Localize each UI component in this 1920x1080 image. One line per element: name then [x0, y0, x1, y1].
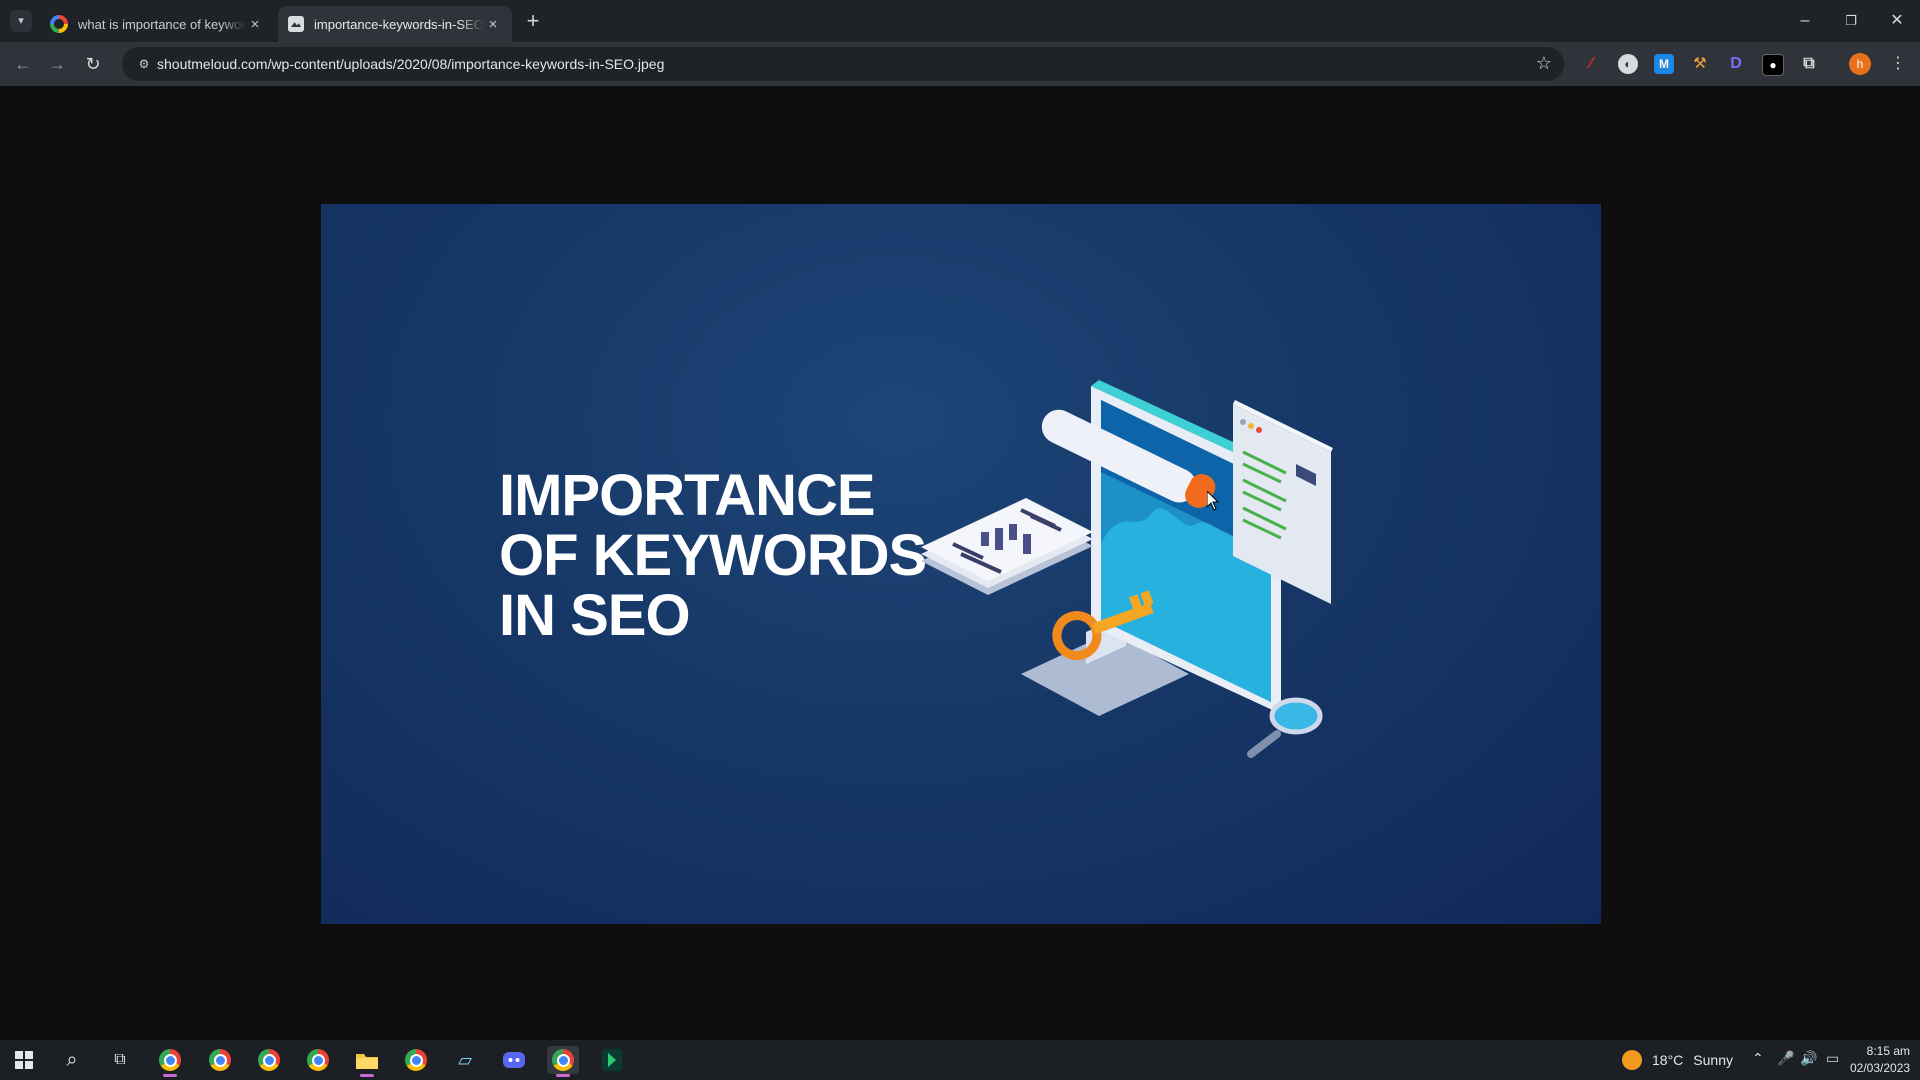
- windows-start-icon[interactable]: [8, 1046, 40, 1074]
- extensions-puzzle-icon[interactable]: ⧉: [1799, 54, 1819, 74]
- headline-line: IN SEO: [499, 583, 691, 648]
- headline-line: OF KEYWORDS: [499, 523, 927, 588]
- windows-taskbar: ⌕ ⧉ ▱ 18°C Sunny ⌃ 🎤 🔊 ▭ 8:15 am 02/03/2…: [0, 1040, 1920, 1080]
- extension-d-icon[interactable]: D: [1726, 54, 1746, 74]
- browser-menu-icon[interactable]: ⋮: [1890, 53, 1906, 73]
- close-window-button[interactable]: ✕: [1874, 8, 1920, 34]
- extension-tools-icon[interactable]: ⚒: [1690, 54, 1710, 74]
- extension-pen-icon[interactable]: ⁄: [1581, 54, 1601, 74]
- chrome-icon[interactable]: [204, 1046, 236, 1074]
- address-bar[interactable]: ⚙ shoutmeloud.com/wp-content/uploads/202…: [122, 47, 1564, 81]
- tab-title: importance-keywords-in-SEO.jpeg: [314, 16, 484, 32]
- profile-avatar[interactable]: h: [1849, 53, 1871, 75]
- system-clock[interactable]: 8:15 am 02/03/2023: [1850, 1043, 1910, 1077]
- extension-m-icon[interactable]: M: [1654, 54, 1674, 74]
- clock-date: 02/03/2023: [1850, 1061, 1911, 1075]
- tab-close-icon[interactable]: ×: [246, 16, 264, 33]
- restore-button[interactable]: ❐: [1828, 8, 1874, 34]
- notepad-icon[interactable]: ▱: [449, 1046, 481, 1074]
- extension-square-icon[interactable]: ●: [1762, 54, 1784, 76]
- tab-close-icon[interactable]: ×: [484, 16, 502, 33]
- mouse-cursor-icon: [1207, 491, 1220, 511]
- chrome-icon[interactable]: [302, 1046, 334, 1074]
- chrome-icon[interactable]: [547, 1046, 579, 1077]
- tab-search-results[interactable]: what is importance of keywords ×: [40, 6, 274, 42]
- magnifier-shape: [1247, 697, 1323, 758]
- minimize-button[interactable]: –: [1782, 8, 1828, 34]
- discord-icon[interactable]: [498, 1046, 530, 1074]
- weather-widget[interactable]: 18°C Sunny: [1622, 1050, 1733, 1070]
- seo-illustration: [921, 380, 1333, 758]
- google-icon: [50, 15, 68, 33]
- weather-condition: Sunny: [1693, 1052, 1733, 1068]
- weather-temperature: 18°C: [1652, 1052, 1684, 1068]
- image-icon: [288, 16, 304, 32]
- forward-button[interactable]: →: [44, 51, 70, 77]
- volume-icon[interactable]: 🔊: [1800, 1050, 1817, 1067]
- back-button[interactable]: ←: [10, 51, 36, 77]
- search-icon[interactable]: ⌕: [56, 1046, 88, 1074]
- file-explorer-icon[interactable]: [351, 1046, 383, 1077]
- headline-line: IMPORTANCE: [499, 463, 876, 528]
- site-info-icon[interactable]: ⚙: [134, 54, 154, 74]
- reload-button[interactable]: ↻: [80, 51, 106, 77]
- page-viewport: IMPORTANCE OF KEYWORDS IN SEO: [0, 86, 1920, 1040]
- extension-circle-icon[interactable]: ◐: [1618, 54, 1638, 74]
- banner-headline: IMPORTANCE OF KEYWORDS IN SEO: [499, 466, 979, 646]
- clock-time: 8:15 am: [1866, 1044, 1910, 1058]
- browser-toolbar: ← → ↻ ⚙ shoutmeloud.com/wp-content/uploa…: [0, 42, 1920, 86]
- sun-icon: [1622, 1050, 1642, 1070]
- browser-tabstrip: ▾ what is importance of keywords × impor…: [0, 0, 1920, 42]
- seo-banner-image: IMPORTANCE OF KEYWORDS IN SEO: [321, 204, 1601, 924]
- tab-title: what is importance of keywords: [78, 16, 246, 32]
- network-icon[interactable]: ▭: [1826, 1050, 1839, 1067]
- download-manager-icon[interactable]: [596, 1046, 628, 1074]
- chrome-icon[interactable]: [253, 1046, 285, 1074]
- chrome-icon[interactable]: [400, 1046, 432, 1074]
- url-text[interactable]: shoutmeloud.com/wp-content/uploads/2020/…: [157, 56, 664, 72]
- chevron-up-icon[interactable]: ⌃: [1752, 1050, 1764, 1067]
- bookmark-star-icon[interactable]: ☆: [1536, 53, 1552, 74]
- microphone-icon[interactable]: 🎤: [1777, 1050, 1794, 1067]
- tab-image[interactable]: importance-keywords-in-SEO.jpeg ×: [278, 6, 512, 42]
- new-tab-button[interactable]: +: [520, 8, 546, 34]
- task-view-icon[interactable]: ⧉: [104, 1046, 136, 1074]
- chrome-icon[interactable]: [154, 1046, 186, 1077]
- tab-search-button[interactable]: ▾: [10, 10, 32, 32]
